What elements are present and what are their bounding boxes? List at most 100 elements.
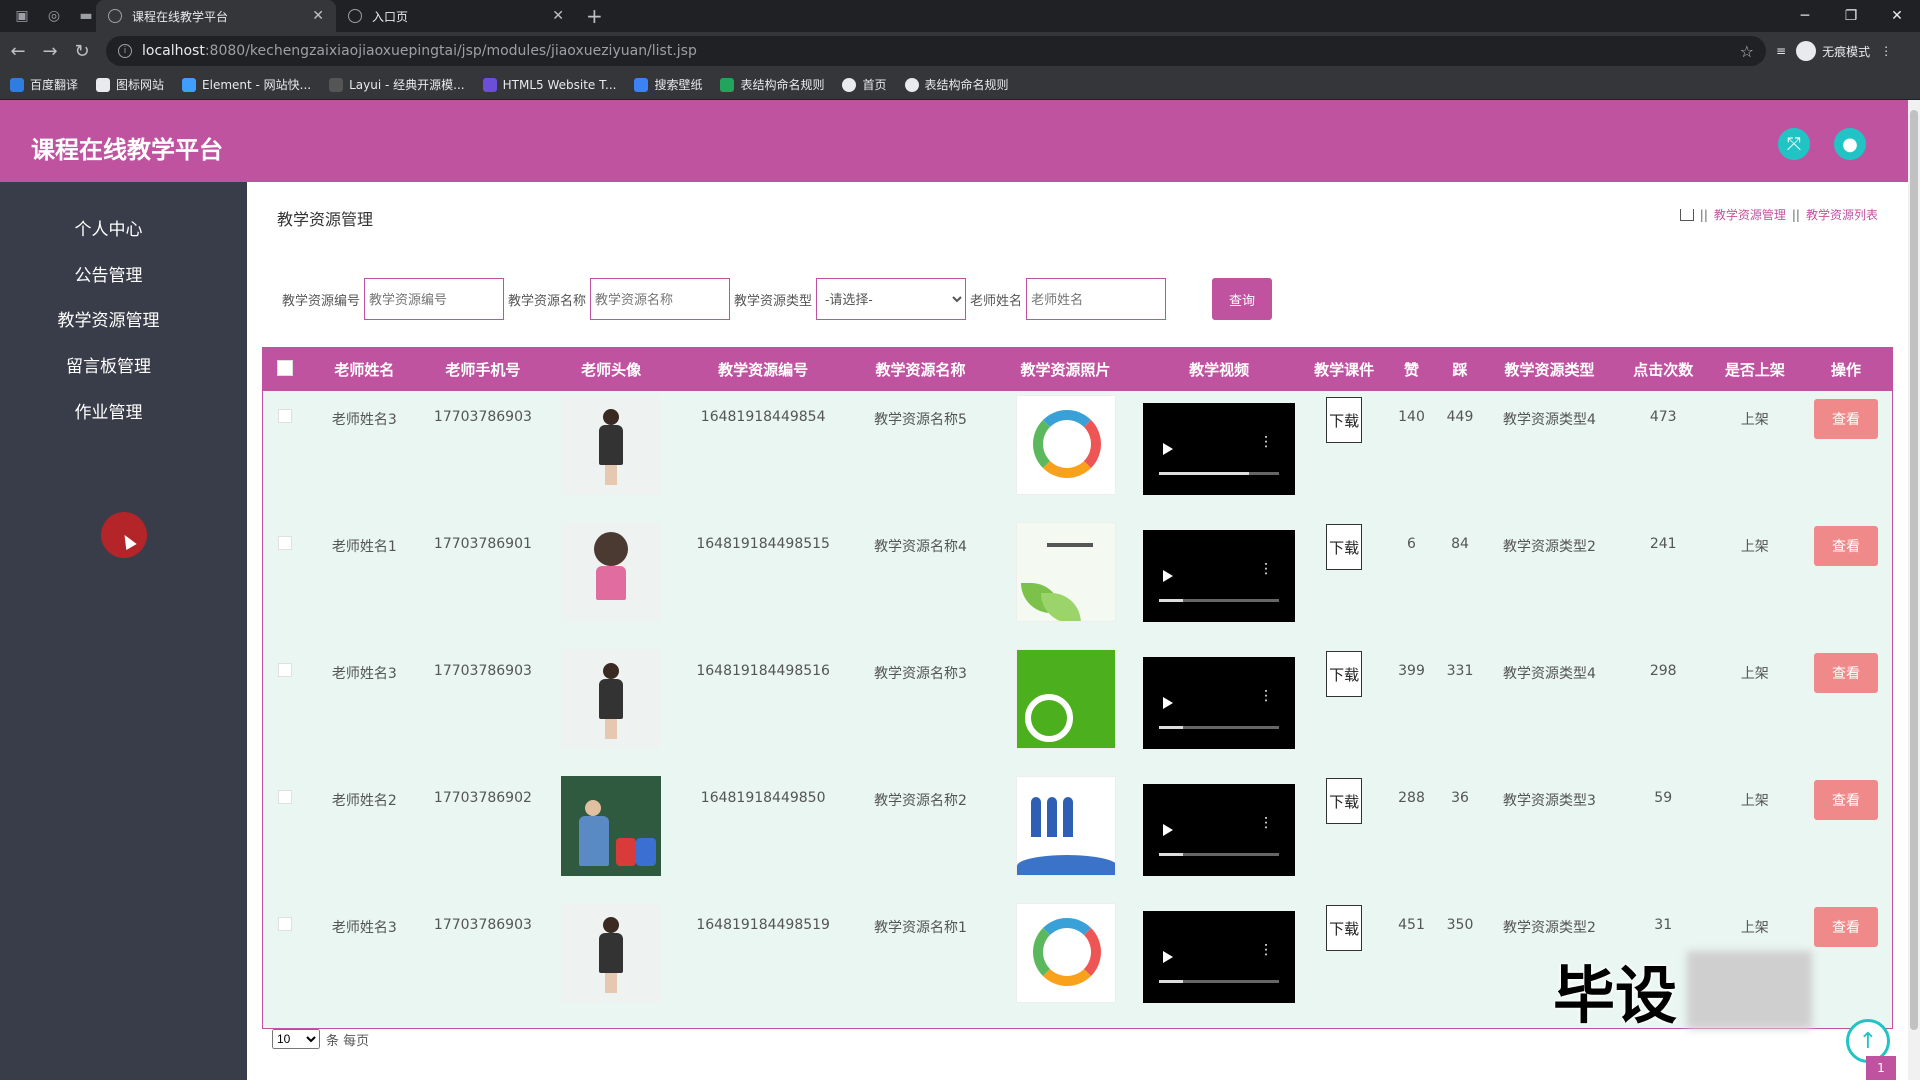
minimize-icon[interactable]: ─ (1782, 0, 1828, 32)
download-button[interactable]: 下载 (1326, 397, 1363, 443)
view-button[interactable]: 查看 (1813, 399, 1878, 439)
view-button[interactable]: 查看 (1813, 780, 1878, 820)
bookmark-item[interactable]: 表结构命名规则 (904, 76, 1009, 93)
home-icon[interactable] (1679, 208, 1694, 221)
resource-code-cell: 164819184498519 (696, 917, 830, 933)
bookmark-item[interactable]: 表结构命名规则 (720, 76, 824, 93)
search-button[interactable]: 查询 (1212, 278, 1273, 320)
view-button[interactable]: 查看 (1813, 653, 1878, 693)
download-button[interactable]: 下载 (1326, 778, 1363, 824)
video-menu-icon[interactable]: ⋮ (1259, 562, 1273, 576)
resource-name-input[interactable] (590, 278, 731, 320)
video-menu-icon[interactable]: ⋮ (1259, 816, 1273, 830)
user-button[interactable]: ● (1834, 128, 1866, 160)
download-button[interactable]: 下载 (1326, 651, 1363, 697)
play-icon[interactable] (1163, 951, 1174, 963)
new-tab-icon[interactable]: + (586, 4, 603, 28)
url-input[interactable]: i localhost:8080/kechengzaixiaojiaoxuepi… (106, 36, 1766, 66)
download-button[interactable]: 下载 (1326, 905, 1363, 951)
forward-icon[interactable]: → (36, 37, 64, 65)
tab-favicon-icon (348, 9, 362, 23)
search-label: 老师姓名 (970, 293, 1023, 309)
teacher-name-cell: 老师姓名2 (331, 793, 397, 809)
video-player[interactable]: ⋮ (1143, 784, 1296, 876)
column-header: 教学资源名称 (875, 361, 966, 379)
browser-tab[interactable]: 入口页 ✕ (336, 0, 576, 32)
row-checkbox[interactable] (277, 917, 292, 931)
bookmark-item[interactable]: Element - 网站快... (182, 76, 311, 93)
site-info-icon[interactable]: i (118, 44, 132, 58)
video-progress-bar[interactable] (1159, 726, 1280, 729)
bookmark-icon (10, 77, 24, 92)
bookmark-item[interactable]: 搜索壁纸 (634, 76, 702, 93)
sidebar-item-teaching-resources[interactable]: 教学资源管理 (0, 306, 217, 331)
page-size-select[interactable]: 10 (272, 1029, 320, 1049)
teacher-name-input[interactable] (1026, 278, 1167, 320)
video-player[interactable]: ⋮ (1143, 530, 1296, 622)
reading-list-icon[interactable]: ≡ (1776, 44, 1786, 58)
video-menu-icon[interactable]: ⋮ (1259, 689, 1273, 703)
bookmark-item[interactable]: 百度翻译 (10, 76, 78, 93)
view-button[interactable]: 查看 (1813, 526, 1878, 566)
teacher-name-cell: 老师姓名3 (331, 920, 397, 936)
play-icon[interactable] (1163, 443, 1174, 455)
row-checkbox[interactable] (277, 409, 292, 423)
video-menu-icon[interactable]: ⋮ (1259, 943, 1273, 957)
scrollbar-thumb[interactable] (1910, 110, 1918, 1030)
resource-photo (1015, 903, 1116, 1003)
video-progress-bar[interactable] (1159, 980, 1280, 983)
sidebar-item-homework[interactable]: 作业管理 (0, 398, 217, 423)
status-cell: 上架 (1740, 412, 1769, 428)
play-icon[interactable] (1163, 697, 1174, 709)
tab-actions-icon[interactable]: ▣ (12, 6, 32, 26)
video-player[interactable]: ⋮ (1143, 911, 1296, 1003)
fullscreen-button[interactable]: ⤧ (1778, 128, 1810, 160)
bookmark-icon (482, 77, 497, 92)
bookmark-item[interactable]: 首页 (842, 76, 887, 93)
sidebar-item-message-board[interactable]: 留言板管理 (0, 352, 217, 377)
close-tab-icon[interactable]: ✕ (312, 8, 324, 24)
video-player[interactable]: ⋮ (1143, 657, 1296, 749)
select-all-checkbox[interactable] (276, 359, 293, 376)
bookmark-item[interactable]: Layui - 经典开源模... (329, 76, 465, 93)
bookmark-star-icon[interactable]: ☆ (1740, 42, 1754, 61)
incognito-badge[interactable]: 无痕模式 (1796, 41, 1870, 61)
video-progress-bar[interactable] (1159, 472, 1280, 475)
view-button[interactable]: 查看 (1813, 907, 1878, 947)
bookmark-item[interactable]: HTML5 Website T... (482, 77, 616, 92)
back-icon[interactable]: ← (4, 37, 32, 65)
browser-address-bar: ← → ↻ i localhost:8080/kechengzaixiaojia… (0, 32, 1920, 70)
resource-type-select[interactable]: -请选择- (816, 278, 967, 320)
bookmark-icon (634, 77, 649, 92)
breadcrumb-item[interactable]: 教学资源管理 (1714, 206, 1786, 223)
play-icon[interactable] (1163, 824, 1174, 836)
row-checkbox[interactable] (277, 536, 292, 550)
video-progress-bar[interactable] (1159, 599, 1280, 602)
sidebar-item-personal-center[interactable]: 个人中心 (0, 215, 217, 240)
sidebar-item-announcements[interactable]: 公告管理 (0, 261, 217, 286)
column-header: 踩 (1452, 361, 1468, 379)
resource-name-cell: 教学资源名称4 (874, 539, 967, 555)
breadcrumb-separator: || (1791, 207, 1800, 222)
video-player[interactable]: ⋮ (1143, 403, 1296, 495)
play-icon[interactable] (1163, 570, 1174, 582)
download-button[interactable]: 下载 (1326, 524, 1363, 570)
video-progress-bar[interactable] (1159, 853, 1280, 856)
close-window-icon[interactable]: ✕ (1874, 0, 1920, 32)
resource-code-cell: 16481918449850 (700, 790, 826, 806)
resource-code-input[interactable] (364, 278, 505, 320)
bookmark-icon (329, 77, 344, 92)
row-checkbox[interactable] (277, 790, 292, 804)
reload-icon[interactable]: ↻ (68, 37, 96, 65)
current-page-badge[interactable]: 1 (1866, 1056, 1896, 1080)
restore-icon[interactable]: ❐ (1828, 0, 1874, 32)
page-scrollbar[interactable] (1908, 100, 1920, 1080)
close-tab-icon[interactable]: ✕ (552, 8, 564, 24)
history-icon[interactable]: ◎ (44, 6, 64, 26)
tab-strip-icon[interactable]: ▬ (76, 6, 96, 26)
bookmark-item[interactable]: 图标网站 (96, 76, 164, 93)
browser-tab-active[interactable]: 课程在线教学平台 ✕ (96, 0, 336, 32)
row-checkbox[interactable] (277, 663, 292, 677)
video-menu-icon[interactable]: ⋮ (1259, 435, 1273, 449)
menu-kebab-icon[interactable]: ⋮ (1880, 44, 1892, 58)
